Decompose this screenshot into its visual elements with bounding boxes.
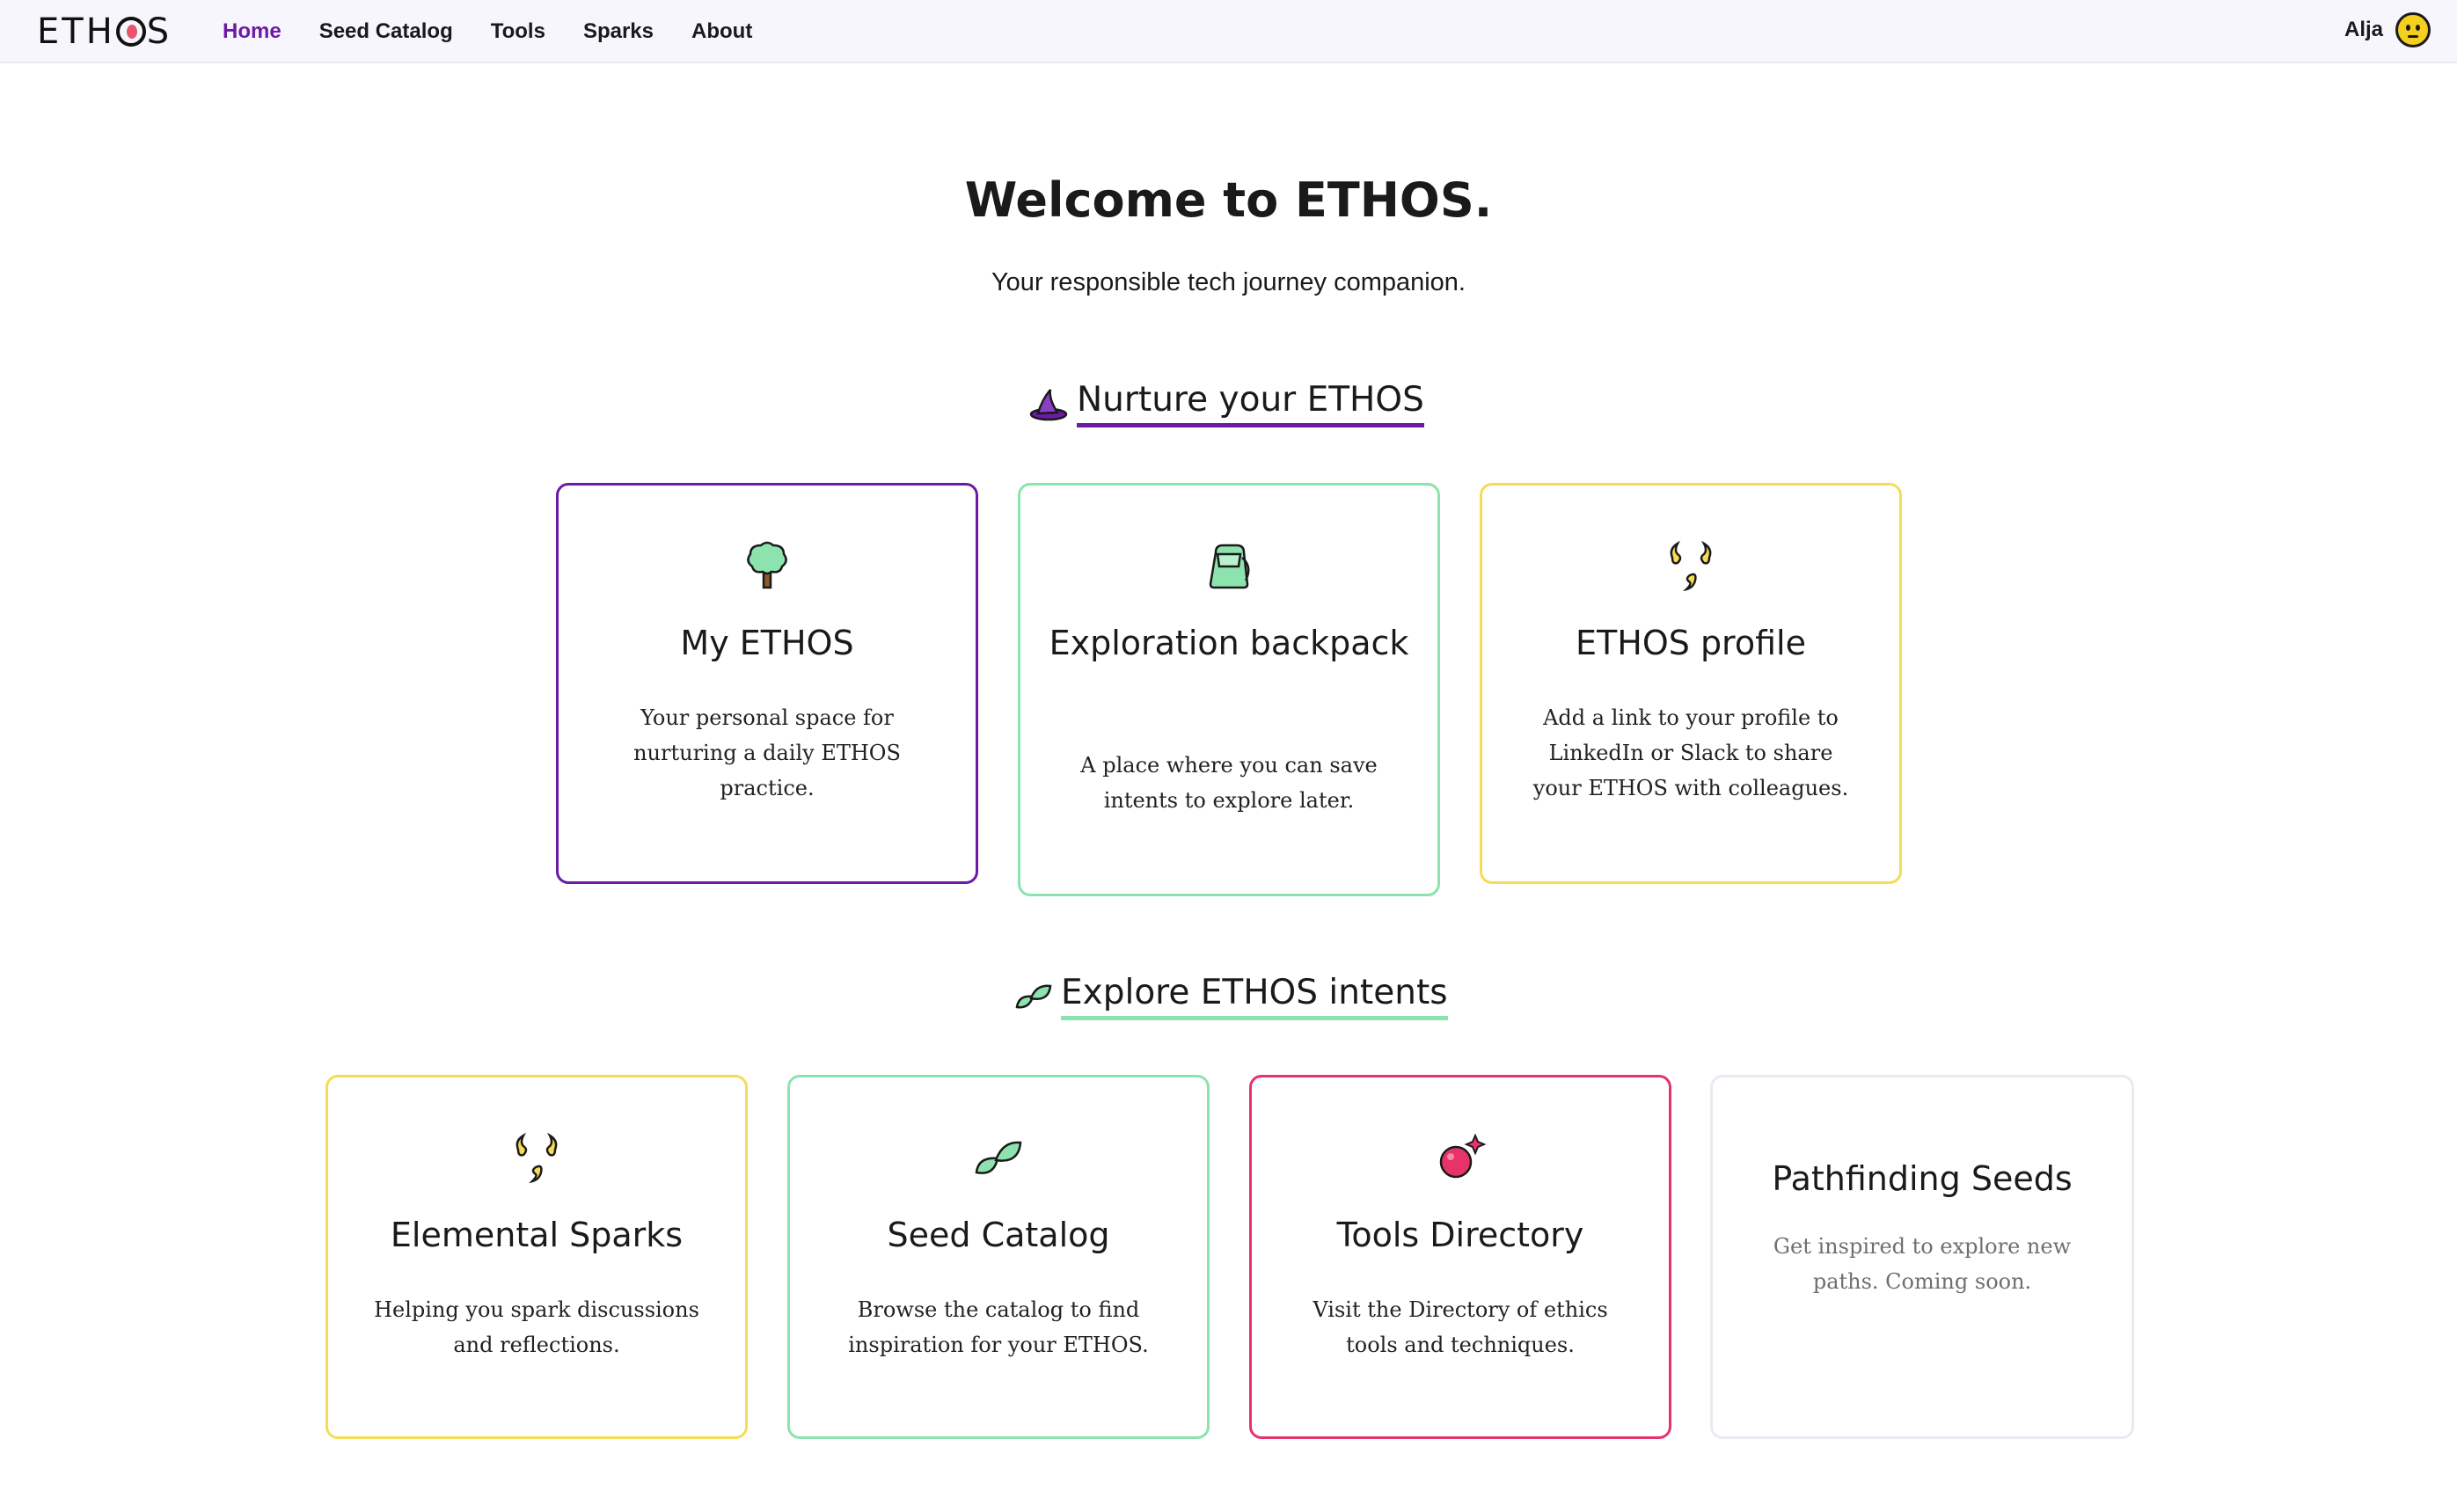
card-description: A place where you can save intents to ex… — [1080, 753, 1378, 813]
card-exploration-backpack[interactable]: Exploration backpack A place where you c… — [1018, 483, 1440, 896]
nav-sparks[interactable]: Sparks — [583, 19, 654, 44]
card-title: My ETHOS — [680, 624, 854, 662]
nav-seed-catalog[interactable]: Seed Catalog — [319, 19, 453, 44]
page-title: Welcome to ETHOS. — [964, 172, 1493, 228]
main-nav: Home Seed Catalog Tools Sparks About — [223, 0, 790, 63]
user-name: Alja — [2344, 18, 2383, 41]
card-title: Elemental Sparks — [390, 1216, 684, 1254]
tree-icon — [742, 540, 793, 591]
card-title: Tools Directory — [1336, 1216, 1584, 1254]
section-heading-text: Explore ETHOS intents — [1061, 973, 1448, 1020]
nav-about[interactable]: About — [691, 19, 752, 44]
leaves-icon — [1013, 977, 1052, 1016]
card-description: Your personal space for nurturing a dail… — [633, 705, 901, 800]
card-title: Exploration backpack — [1049, 624, 1409, 662]
card-elemental-sparks[interactable]: Elemental Sparks Helping you spark discu… — [325, 1075, 748, 1439]
nav-tools[interactable]: Tools — [491, 19, 545, 44]
ethos-logo[interactable]: ETH S — [37, 12, 172, 51]
backpack-icon — [1203, 540, 1254, 591]
card-description: Get inspired to explore new paths. Comin… — [1773, 1234, 2072, 1294]
card-ethos-profile[interactable]: ETHOS profile Add a link to your profile… — [1480, 483, 1902, 884]
sparks-icon — [1665, 540, 1716, 592]
user-menu[interactable]: Alja — [2344, 12, 2431, 47]
card-tools-directory[interactable]: Tools Directory Visit the Directory of e… — [1249, 1075, 1671, 1439]
card-title: Pathfinding Seeds — [1772, 1159, 2073, 1198]
section-heading-nurture: Nurture your ETHOS — [1029, 380, 1424, 427]
card-title: ETHOS profile — [1576, 624, 1806, 662]
card-description: Visit the Directory of ethics tools and … — [1313, 1297, 1608, 1357]
logo-o-icon — [115, 17, 146, 47]
card-description: Browse the catalog to find inspiration f… — [848, 1297, 1149, 1357]
leaves-icon — [973, 1132, 1024, 1183]
card-pathfinding-seeds[interactable]: Pathfinding Seeds Get inspired to explor… — [1710, 1075, 2134, 1439]
card-title: Seed Catalog — [887, 1216, 1110, 1254]
card-my-ethos[interactable]: My ETHOS Your personal space for nurturi… — [556, 483, 978, 884]
card-description: Add a link to your profile to LinkedIn o… — [1532, 705, 1849, 800]
smiley-face-icon[interactable] — [2395, 12, 2431, 47]
orb-icon — [1435, 1132, 1487, 1183]
card-description: Helping you spark discussions and reflec… — [374, 1297, 699, 1357]
witch-hat-icon — [1029, 384, 1068, 423]
nav-home[interactable]: Home — [223, 19, 282, 44]
card-seed-catalog[interactable]: Seed Catalog Browse the catalog to find … — [787, 1075, 1210, 1439]
logo-text: ETH — [37, 11, 115, 52]
section-heading-text: Nurture your ETHOS — [1077, 380, 1424, 427]
sparks-icon — [511, 1132, 562, 1184]
section-heading-explore: Explore ETHOS intents — [1013, 973, 1448, 1020]
page-subtitle: Your responsible tech journey companion. — [991, 268, 1466, 296]
top-bar: ETH S Home Seed Catalog Tools Sparks Abou… — [0, 0, 2457, 63]
